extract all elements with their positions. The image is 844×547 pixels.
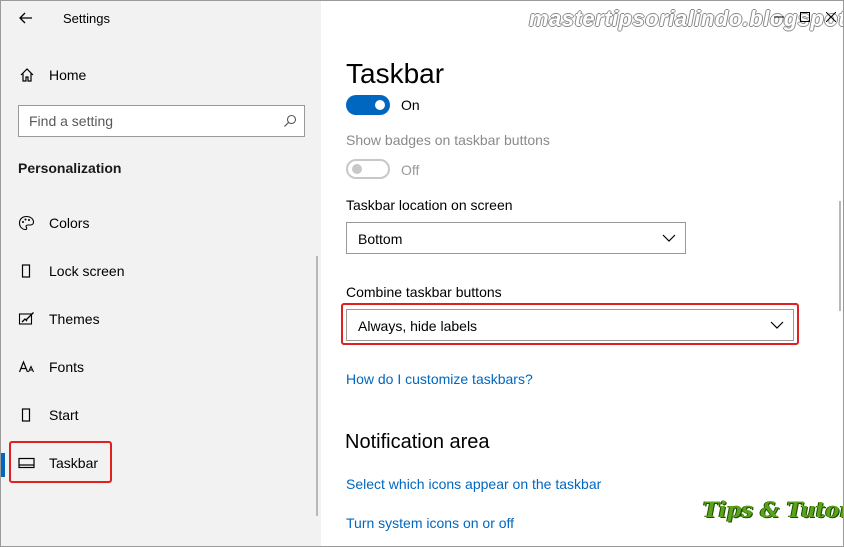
select-icons-link[interactable]: Select which icons appear on the taskbar — [346, 476, 601, 492]
fonts-icon — [18, 360, 34, 373]
customize-taskbars-link[interactable]: How do I customize taskbars? — [346, 371, 533, 387]
search-icon[interactable] — [283, 114, 297, 128]
themes-icon — [18, 312, 34, 325]
sidebar-item-label: Themes — [49, 311, 100, 327]
sidebar-item-lock-screen[interactable]: Lock screen — [1, 251, 321, 291]
toggle-state-label: On — [401, 97, 420, 113]
taskbar-icon — [18, 457, 35, 469]
minimize-button[interactable] — [766, 1, 792, 33]
search-input[interactable] — [19, 106, 279, 136]
taskbar-location-label: Taskbar location on screen — [346, 197, 513, 213]
sidebar-item-start[interactable]: Start — [1, 395, 321, 435]
combine-buttons-dropdown[interactable]: Always, hide labels — [346, 309, 794, 341]
main-content: mastertipsorialindo.blogspot.com Taskbar… — [322, 1, 843, 546]
toggle-knob — [352, 164, 362, 174]
back-arrow-icon — [19, 12, 32, 24]
taskbar-location-dropdown[interactable]: Bottom — [346, 222, 686, 254]
home-icon — [20, 68, 34, 82]
sidebar-item-themes[interactable]: Themes — [1, 299, 321, 339]
close-icon — [826, 12, 836, 22]
sidebar-scrollbar[interactable] — [316, 256, 318, 516]
minimize-icon — [774, 16, 784, 18]
toggle-knob — [375, 100, 385, 110]
selection-indicator — [1, 453, 5, 477]
notification-area-heading: Notification area — [345, 431, 490, 453]
section-heading: Personalization — [18, 160, 122, 176]
main-scrollbar[interactable] — [839, 201, 841, 311]
show-badges-toggle[interactable] — [346, 159, 390, 179]
lock-screen-icon — [21, 264, 31, 278]
combine-buttons-label: Combine taskbar buttons — [346, 284, 502, 300]
tips-tutorial-badge: Tips & Tutorial — [703, 497, 843, 522]
sidebar-item-label: Colors — [49, 215, 90, 231]
sidebar-item-label: Start — [49, 407, 79, 423]
sidebar-item-label: Home — [49, 67, 87, 83]
maximize-button[interactable] — [792, 1, 818, 33]
maximize-icon — [800, 12, 810, 22]
back-button[interactable] — [15, 7, 37, 29]
sidebar-item-taskbar[interactable]: Taskbar — [1, 443, 321, 483]
sidebar-item-label: Lock screen — [49, 263, 125, 279]
start-icon — [21, 408, 31, 422]
show-badges-state-label: Off — [401, 162, 420, 178]
palette-icon — [18, 215, 35, 231]
window-controls — [766, 1, 843, 33]
settings-window: Settings Home Personalization Colors — [0, 0, 844, 547]
chevron-down-icon — [662, 234, 676, 242]
taskbar-toggle-switch[interactable] — [346, 95, 390, 115]
show-badges-label: Show badges on taskbar buttons — [346, 132, 550, 148]
app-title: Settings — [63, 11, 110, 26]
system-icons-link[interactable]: Turn system icons on or off — [346, 515, 514, 531]
chevron-down-icon — [770, 321, 784, 329]
sidebar-item-home[interactable]: Home — [1, 59, 321, 91]
sidebar-item-label: Fonts — [49, 359, 85, 375]
sidebar-item-fonts[interactable]: Fonts — [1, 347, 321, 387]
sidebar-item-label: Taskbar — [49, 455, 99, 471]
dropdown-value: Always, hide labels — [358, 318, 478, 334]
sidebar-item-colors[interactable]: Colors — [1, 203, 321, 243]
page-title: Taskbar — [346, 58, 445, 89]
dropdown-value: Bottom — [358, 231, 403, 247]
search-box — [18, 105, 305, 137]
close-button[interactable] — [818, 1, 843, 33]
sidebar: Settings Home Personalization Colors — [1, 1, 321, 546]
